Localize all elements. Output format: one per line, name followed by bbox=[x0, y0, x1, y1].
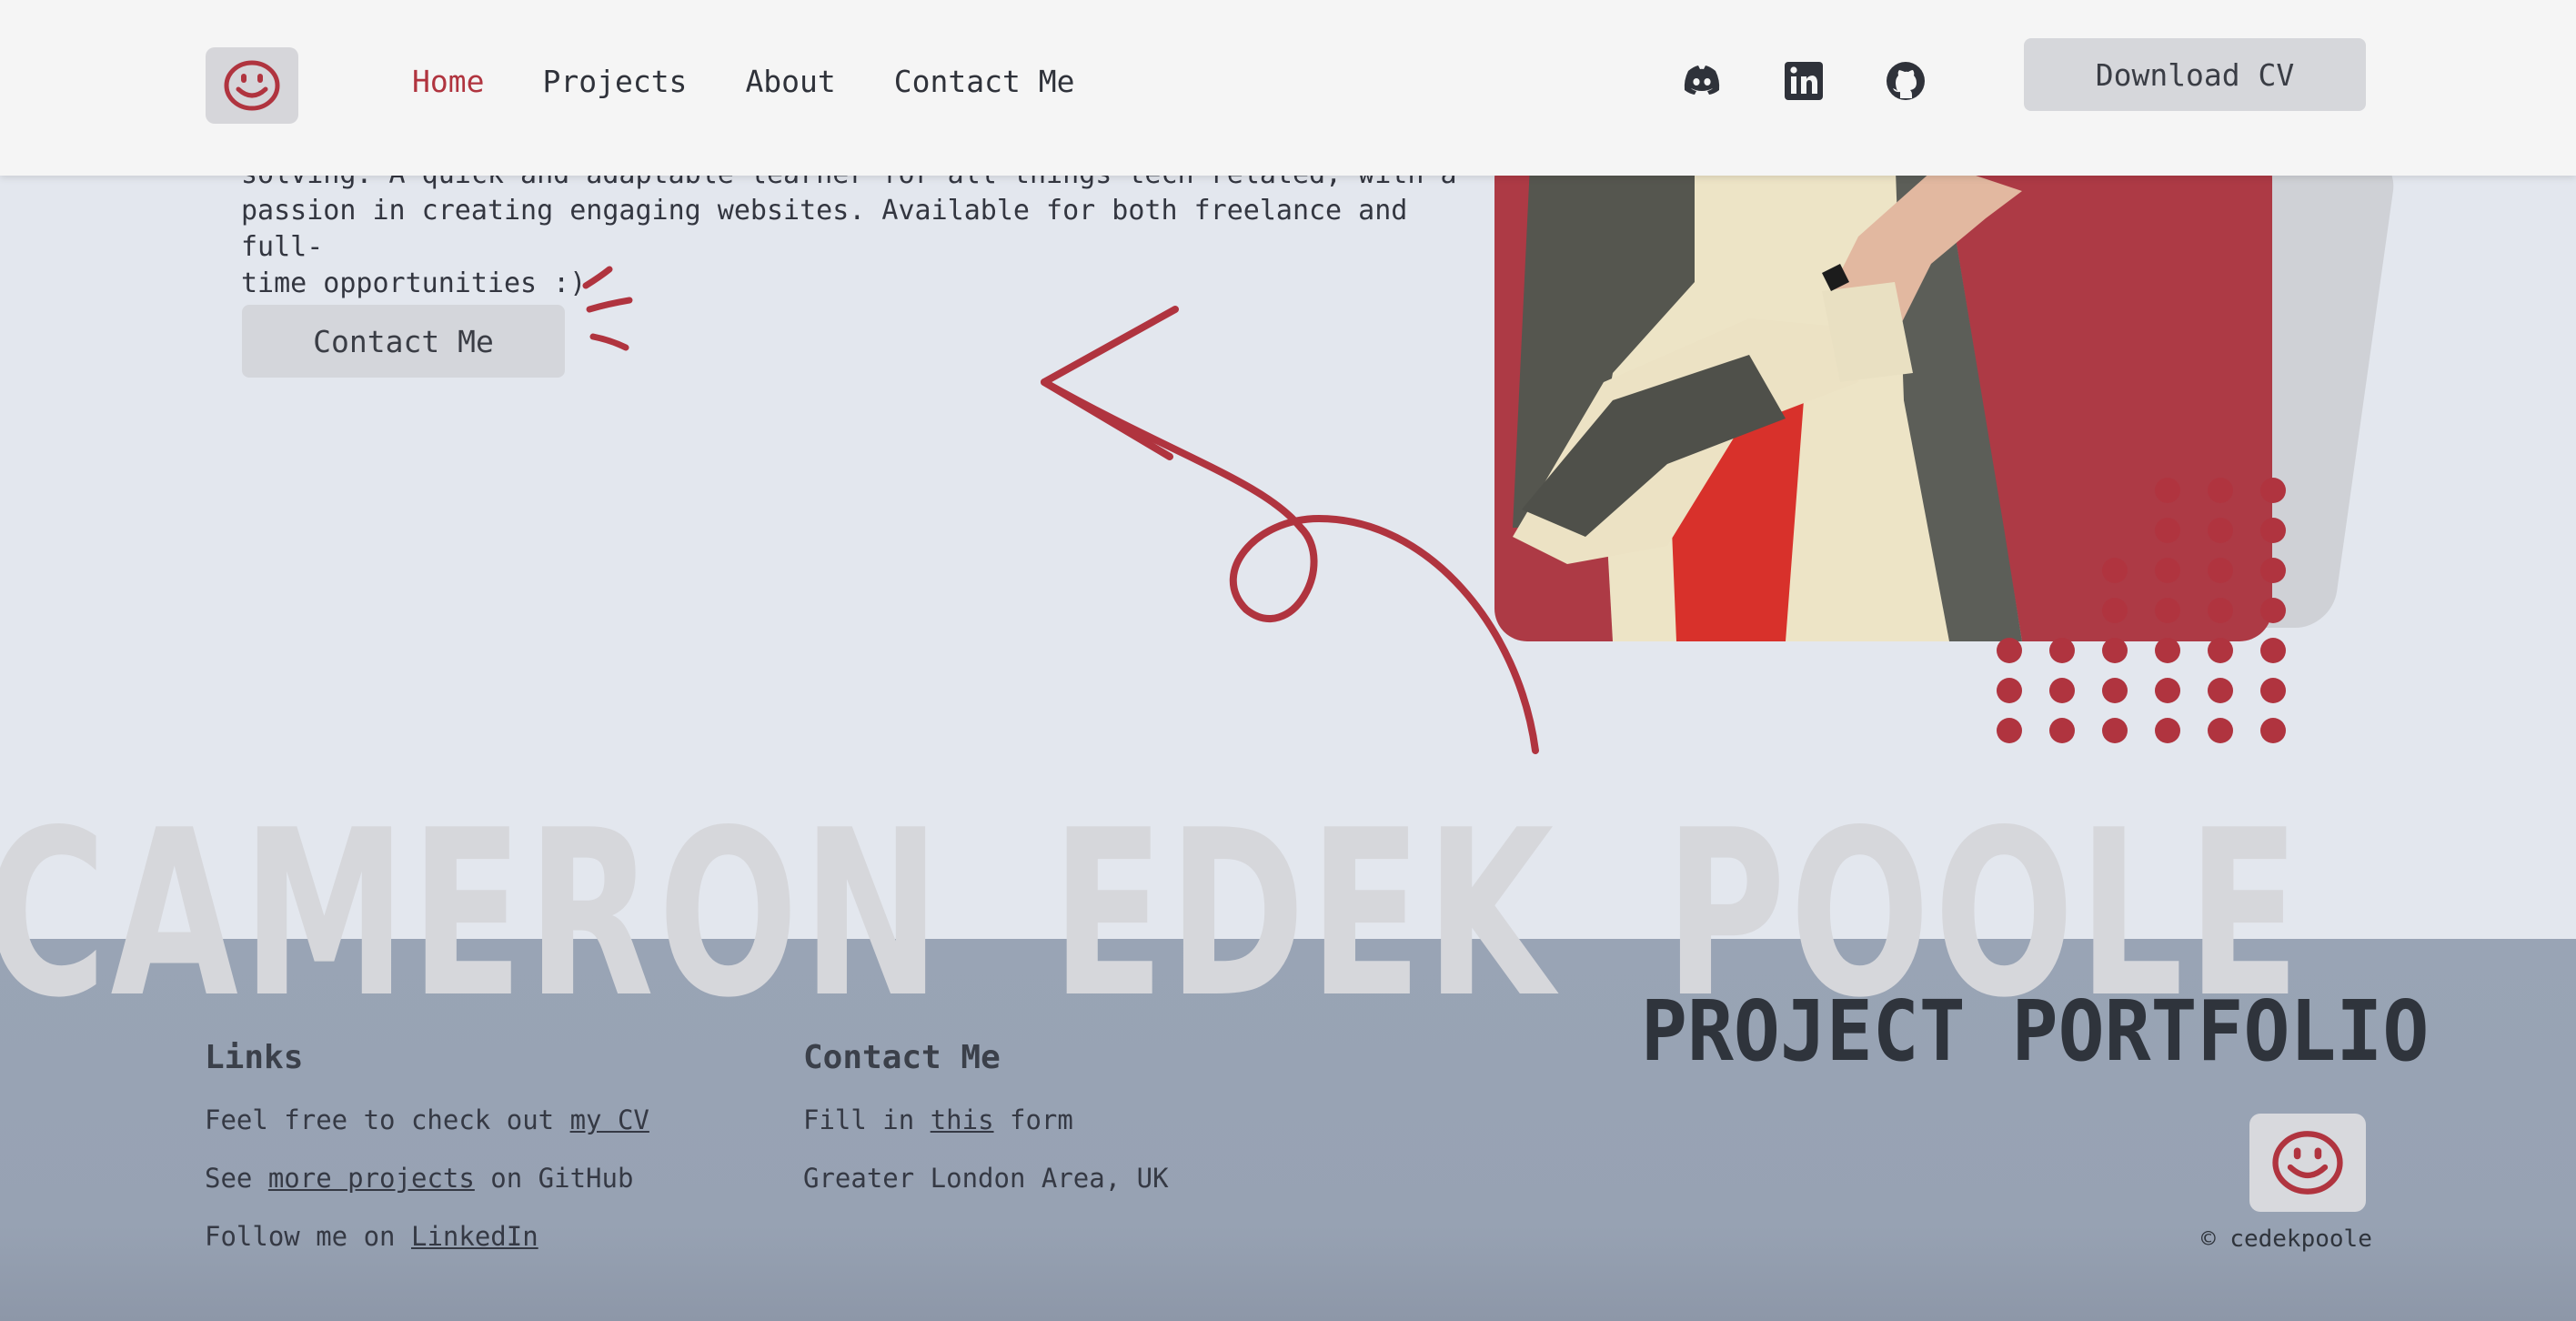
discord-icon[interactable] bbox=[1681, 60, 1723, 102]
contact-text: Fill in bbox=[803, 1104, 931, 1135]
contact-heading: Contact Me bbox=[803, 1039, 1001, 1076]
nav-about[interactable]: About bbox=[745, 64, 835, 99]
copyright: © cedekpoole bbox=[2201, 1225, 2372, 1253]
download-cv-button[interactable]: Download CV bbox=[2024, 38, 2366, 111]
copyright-text: cedekpoole bbox=[2229, 1225, 2372, 1253]
link-text: See bbox=[205, 1163, 268, 1194]
social-links bbox=[1681, 60, 1927, 102]
banner-subtitle: PROJECT PORTFOLIO bbox=[1641, 983, 2430, 1080]
decorative-dot-grid bbox=[1997, 478, 2286, 743]
github-projects-link[interactable]: more projects bbox=[268, 1163, 475, 1194]
link-text: on GitHub bbox=[474, 1163, 634, 1194]
site-header: Home Projects About Contact Me Download … bbox=[0, 0, 2576, 176]
linkedin-icon[interactable] bbox=[1783, 60, 1825, 102]
banner-name-word: CAMERON bbox=[0, 782, 945, 1048]
linkedin-link[interactable]: LinkedIn bbox=[411, 1221, 538, 1252]
github-icon[interactable] bbox=[1885, 60, 1927, 102]
link-text: Feel free to check out bbox=[205, 1104, 570, 1135]
footer-link-row: Feel free to check out my CV bbox=[205, 1105, 649, 1134]
contact-text: form bbox=[993, 1104, 1073, 1135]
smiley-logo-icon bbox=[2272, 1131, 2343, 1195]
links-heading: Links bbox=[205, 1039, 304, 1076]
intro-line: time opportunities :) bbox=[241, 267, 587, 299]
sparkle-doodle-icon bbox=[582, 266, 633, 351]
main-nav: Home Projects About Contact Me bbox=[412, 64, 1074, 99]
copyright-icon: © bbox=[2201, 1225, 2216, 1253]
link-text: Follow me on bbox=[205, 1221, 411, 1252]
contact-form-row: Fill in this form bbox=[803, 1105, 1169, 1134]
intro-line: passion in creating engaging websites. A… bbox=[241, 195, 1408, 263]
nav-contact[interactable]: Contact Me bbox=[894, 64, 1075, 99]
hero-contact-button[interactable]: Contact Me bbox=[242, 305, 565, 378]
footer-links-column: Links Feel free to check out my CV See m… bbox=[205, 1039, 649, 1280]
logo-button[interactable] bbox=[206, 47, 298, 124]
footer-contact-column: Contact Me Fill in this form Greater Lon… bbox=[803, 1039, 1169, 1222]
curved-arrow-doodle-icon bbox=[1041, 306, 1539, 754]
cv-link[interactable]: my CV bbox=[570, 1104, 649, 1135]
footer-link-row: Follow me on LinkedIn bbox=[205, 1222, 649, 1251]
intro-text: solving. A quick and adaptable learner f… bbox=[241, 156, 1460, 302]
contact-form-link[interactable]: this bbox=[931, 1104, 994, 1135]
banner-name-word: EDEK bbox=[1052, 782, 1558, 1048]
nav-home[interactable]: Home bbox=[412, 64, 484, 99]
footer-logo-button[interactable] bbox=[2249, 1114, 2366, 1212]
nav-projects[interactable]: Projects bbox=[542, 64, 687, 99]
footer-link-row: See more projects on GitHub bbox=[205, 1164, 649, 1193]
location-text: Greater London Area, UK bbox=[803, 1163, 1169, 1194]
smiley-logo-icon bbox=[224, 60, 280, 111]
